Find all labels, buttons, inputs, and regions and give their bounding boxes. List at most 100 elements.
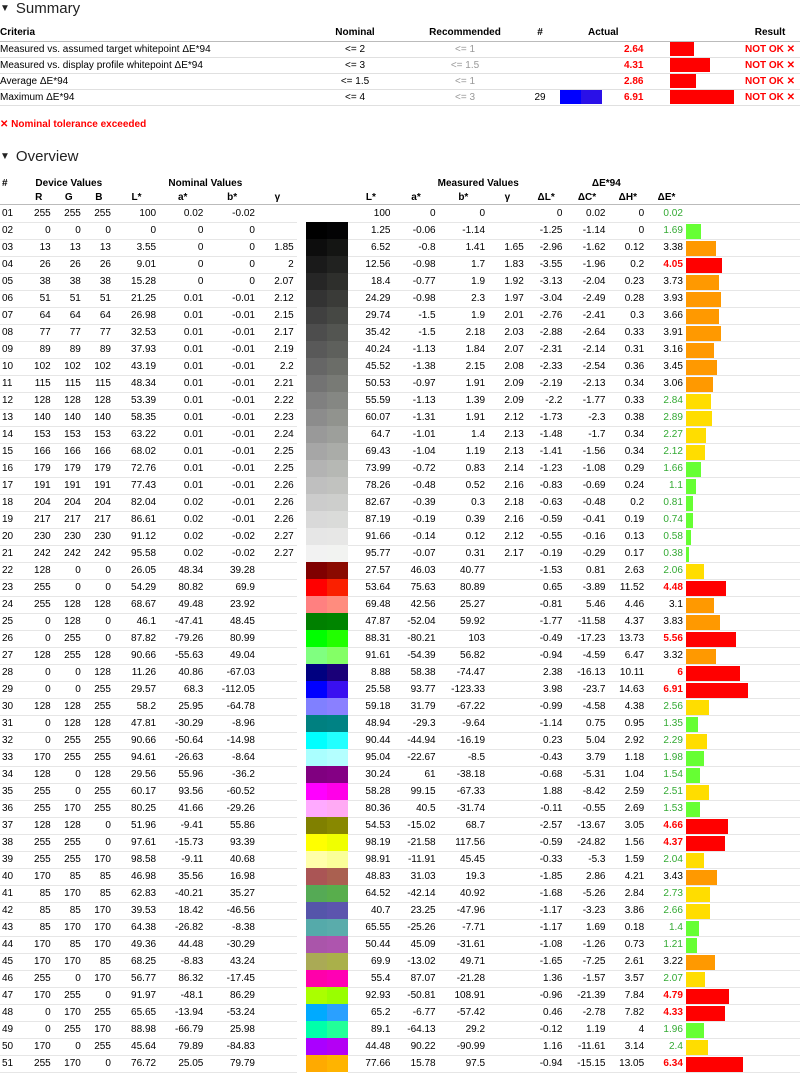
swatch-nominal: [306, 477, 328, 494]
summary-heading[interactable]: ▼ Summary: [0, 0, 80, 17]
result-value: NOT OK ✕: [740, 73, 800, 90]
device-b: 0: [83, 562, 114, 580]
nominal-b: -14.98: [206, 732, 258, 750]
measured-a: -0.97: [393, 375, 439, 393]
measured-l: 92.93: [348, 987, 394, 1005]
nominal-a: 0: [159, 273, 207, 291]
delta-h: 0.38: [608, 409, 648, 427]
delta-l: -1.65: [526, 953, 566, 971]
measured-b: 59.92: [438, 613, 489, 631]
nominal-l: 58.35: [113, 409, 160, 427]
delta-e-bar-cell: [685, 1038, 800, 1056]
delta-e-bar-cell: [685, 443, 800, 461]
collapse-triangle-icon[interactable]: ▼: [0, 151, 10, 162]
patch-id: 50: [0, 1038, 24, 1056]
measured-b: 103: [438, 630, 489, 648]
device-b: 191: [83, 477, 114, 495]
swatch-measured: [327, 800, 349, 817]
patch-swatch: [297, 1004, 349, 1021]
swatch-nominal: [306, 613, 328, 630]
delta-l: -0.59: [526, 834, 566, 852]
collapse-triangle-icon[interactable]: ▼: [0, 3, 10, 14]
swatch-nominal: [306, 936, 328, 953]
delta-e-bar: [685, 563, 704, 578]
nominal-value: <= 2: [300, 41, 410, 58]
delta-l: -1.17: [526, 902, 566, 920]
device-b: 179: [83, 460, 114, 478]
criteria-label: Maximum ΔE*94: [0, 89, 300, 106]
swatch-measured: [327, 698, 349, 715]
device-g: 255: [53, 204, 84, 223]
device-g: 115: [53, 375, 84, 393]
measured-b: -21.28: [438, 970, 489, 988]
delta-c: 0.81: [565, 562, 609, 580]
delta-e-bar-cell: [685, 392, 800, 410]
delta-e-bar: [685, 920, 699, 935]
device-r: 170: [23, 868, 54, 886]
column-header: R: [23, 190, 54, 205]
column-header: B: [83, 190, 114, 205]
delta-e-bar-cell: [685, 1055, 800, 1073]
device-g: 242: [53, 545, 84, 563]
patch-swatch: [297, 715, 349, 732]
measured-b: -74.47: [438, 664, 489, 682]
overview-row: 16 179 179 179 72.76 0.01 -0.01 2.25 73.99 -0.72 0…: [0, 460, 800, 478]
device-b: 140: [83, 409, 114, 427]
swatch-nominal: [306, 1021, 328, 1038]
nominal-l: 65.65: [113, 1004, 160, 1022]
overview-row: 41 85 170 85 62.83 -40.21 35.27 64.52 -42.14 40.9…: [0, 885, 800, 903]
nominal-b: -84.83: [206, 1038, 258, 1056]
delta-e-bar-cell: [685, 987, 800, 1005]
measured-b: 2.18: [438, 324, 489, 342]
measured-b: 2.3: [438, 290, 489, 308]
device-g: 179: [53, 460, 84, 478]
device-r: 85: [23, 919, 54, 937]
device-b: 13: [83, 239, 114, 257]
swatch-measured: [327, 256, 349, 273]
delta-e: 4.79: [647, 987, 686, 1005]
swatch-measured: [327, 392, 349, 409]
delta-l: 1.88: [526, 783, 566, 801]
delta-c: -11.58: [565, 613, 609, 631]
delta-e: 2.07: [647, 970, 686, 988]
delta-l: -1.08: [526, 936, 566, 954]
measured-gamma: [488, 834, 527, 852]
device-b: 0: [83, 222, 114, 240]
measured-b: -123.33: [438, 681, 489, 699]
nominal-b: 40.68: [206, 851, 258, 869]
overview-row: 07 64 64 64 26.98 0.01 -0.01 2.15 29.74 -1.5 1.9 2.…: [0, 307, 800, 325]
delta-l: 0.46: [526, 1004, 566, 1022]
swatch-nominal: [306, 324, 328, 341]
swatch-measured: [327, 562, 349, 579]
device-b: 128: [83, 392, 114, 410]
delta-e-bar-cell: [685, 1021, 800, 1039]
result-value: NOT OK ✕: [740, 89, 800, 106]
swatch-nominal: [306, 392, 328, 409]
measured-b: 1.41: [438, 239, 489, 257]
device-g: 85: [53, 868, 84, 886]
device-g: 170: [53, 800, 84, 818]
swatch-nominal: [306, 1004, 328, 1021]
col-criteria: Criteria: [0, 25, 300, 42]
device-g: 255: [53, 851, 84, 869]
patch-swatch: [297, 664, 349, 681]
measured-a: -21.58: [393, 834, 439, 852]
patch-id: 09: [0, 341, 24, 359]
overview-heading[interactable]: ▼ Overview: [0, 148, 78, 165]
delta-c: -16.13: [565, 664, 609, 682]
delta-e-bar-cell: [685, 613, 800, 631]
device-r: 217: [23, 511, 54, 529]
patch-swatch: [297, 443, 349, 460]
delta-l: -0.19: [526, 545, 566, 563]
delta-c: -0.48: [565, 494, 609, 512]
nominal-b: 0: [206, 273, 258, 291]
measured-gamma: 2.12: [488, 528, 527, 546]
measured-a: -29.3: [393, 715, 439, 733]
delta-e-bar: [685, 614, 720, 629]
delta-e: 4.33: [647, 1004, 686, 1022]
device-g: 255: [53, 749, 84, 767]
delta-h: 0: [608, 222, 648, 240]
patch-swatch: [297, 256, 349, 273]
delta-c: -0.55: [565, 800, 609, 818]
nominal-b: 39.28: [206, 562, 258, 580]
